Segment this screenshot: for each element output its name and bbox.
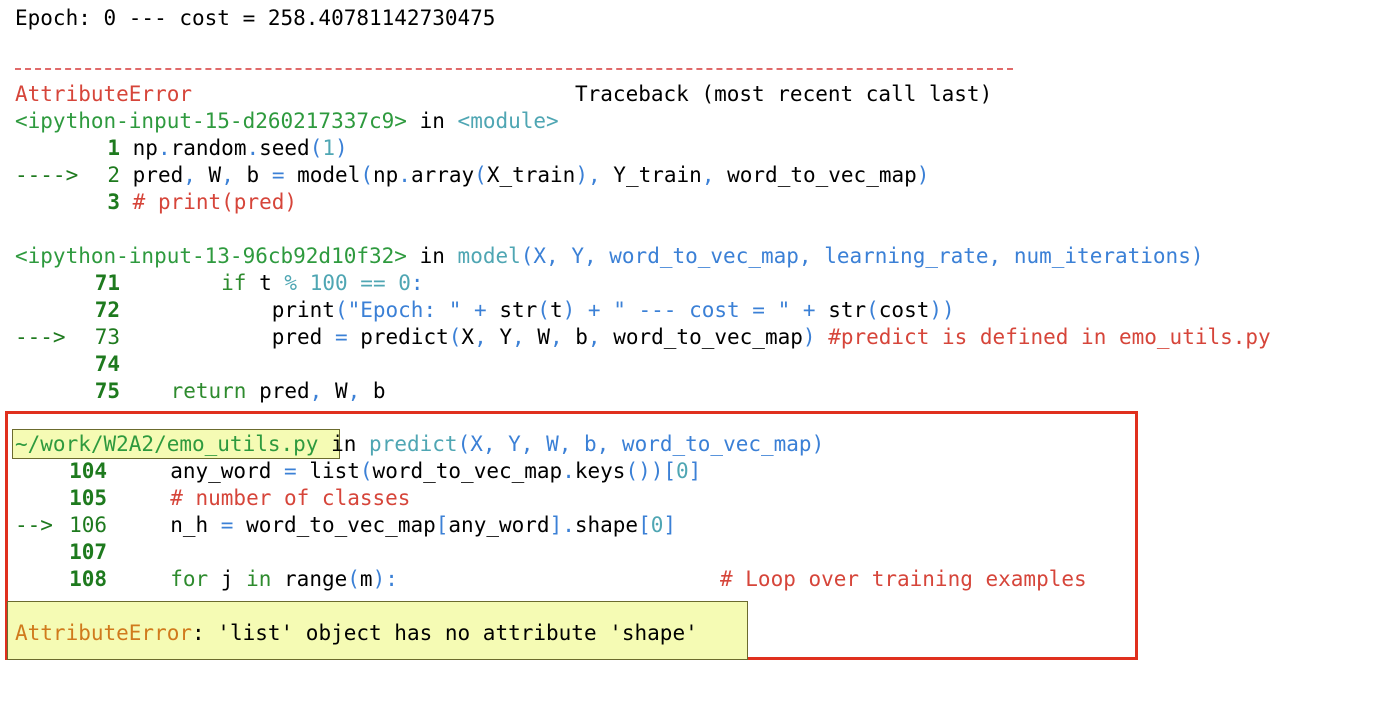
code-line: 71 if t % 100 == 0: (94, 271, 424, 295)
frame-3-header: ~/work/W2A2/emo_utils.py in predict(X, Y… (15, 432, 825, 456)
code-line: 108 for j in range(m): (69, 567, 398, 591)
frame-1-file: <ipython-input-15-d260217337c9> (15, 109, 407, 133)
code-line: 3 # print(pred) (107, 190, 298, 214)
frame-1-scope: <module> (457, 109, 559, 133)
code-line-current: ---> 73 pred = predict(X, Y, W, b, word_t… (15, 325, 1271, 349)
frame-2-file: <ipython-input-13-96cb92d10f32> (15, 244, 407, 268)
frame-3-file-link[interactable]: ~/work/W2A2/emo_utils.py (15, 432, 318, 456)
final-error-type: AttributeError (15, 621, 193, 645)
stdout-line: Epoch: 0 --- cost = 258.40781142730475 (15, 6, 496, 30)
code-line: 107 (69, 540, 107, 564)
final-error-message: AttributeError: 'list' object has no att… (15, 620, 698, 647)
code-line-current: ----> 2 pred, W, b = model(np.array(X_tra… (15, 163, 930, 187)
traceback-header: Traceback (most recent call last) (575, 82, 993, 106)
code-line: 74 (94, 352, 120, 376)
error-type-header: AttributeError (15, 82, 193, 106)
code-line-current: --> 106 n_h = word_to_vec_map[any_word].s… (15, 513, 677, 537)
code-line: 1 np.random.seed(1) (107, 136, 348, 160)
frame-1-header: <ipython-input-15-d260217337c9> in <modu… (15, 109, 559, 133)
code-line: 75 return pred, W, b (94, 379, 386, 403)
frame-2-header: <ipython-input-13-96cb92d10f32> in model… (15, 244, 1204, 268)
code-comment: # Loop over training examples (720, 567, 1087, 591)
final-error-text: : 'list' object has no attribute 'shape' (192, 621, 698, 645)
code-line: 72 print("Epoch: " + str(t) + " --- cost… (94, 298, 955, 322)
traceback-separator (15, 68, 1013, 70)
code-line: 104 any_word = list(word_to_vec_map.keys… (69, 459, 702, 483)
code-line: 105 # number of classes (69, 486, 411, 510)
